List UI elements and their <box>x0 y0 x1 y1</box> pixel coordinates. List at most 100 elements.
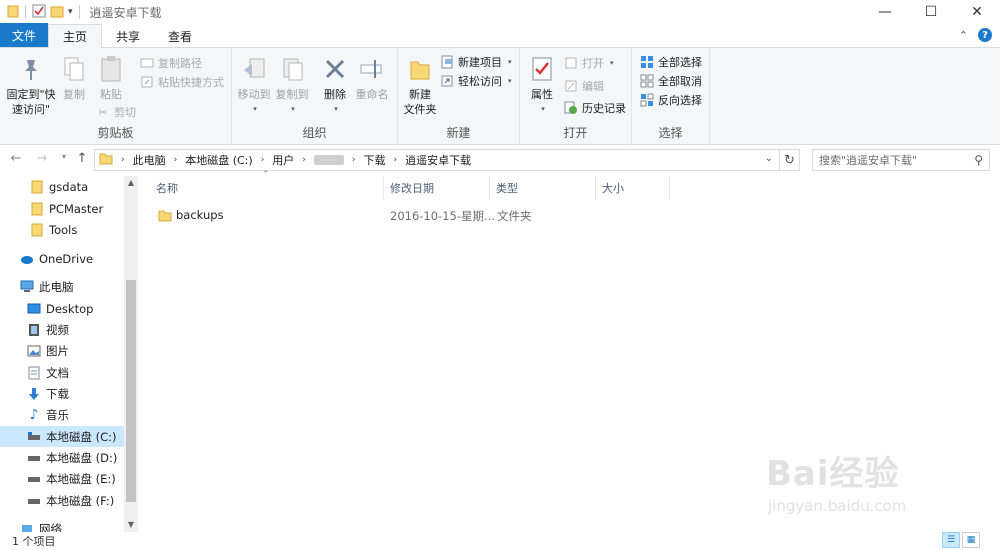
scrollbar-thumb[interactable] <box>126 280 136 502</box>
nav-item-drive-d[interactable]: 本地磁盘 (D:) <box>0 447 124 468</box>
details-view-icon[interactable]: ☰ <box>942 532 960 548</box>
column-header-type[interactable]: 类型 <box>490 176 596 200</box>
open-group-label: 打开 <box>563 126 588 140</box>
open-group: 属性 ▾ 打开 ▾ 编辑 历史记录 打开 <box>520 48 632 145</box>
open-icon <box>564 56 578 70</box>
nav-item-tools[interactable]: Tools <box>0 219 124 240</box>
breadcrumb[interactable]: 下载 <box>364 152 386 168</box>
column-header-size[interactable]: 大小 <box>596 176 670 200</box>
nav-item-desktop[interactable]: Desktop <box>0 298 124 319</box>
customize-dropdown-icon[interactable]: ▾ <box>68 7 73 17</box>
copy-button[interactable]: 复制 <box>58 54 90 102</box>
column-header-modified[interactable]: 修改日期 <box>384 176 490 200</box>
nav-item-label: PCMaster <box>49 201 104 216</box>
breadcrumb-redacted[interactable] <box>313 155 344 165</box>
scroll-up-icon[interactable]: ▲ <box>124 176 138 190</box>
delete-label: 删除 <box>324 88 346 101</box>
help-icon[interactable]: ? <box>978 28 992 42</box>
properties-check-icon[interactable] <box>32 4 46 21</box>
open-button[interactable]: 打开 ▾ <box>564 54 614 72</box>
select-none-label: 全部取消 <box>658 75 702 88</box>
new-item-button[interactable]: 新建项目 ▾ <box>440 53 512 71</box>
new-folder-icon[interactable] <box>50 4 64 21</box>
nav-item-videos[interactable]: 视频 <box>0 319 124 340</box>
title-bar: ▾ 逍遥安卓下载 — ☐ ✕ <box>0 0 1000 24</box>
nav-item-downloads[interactable]: 下载 <box>0 383 124 404</box>
history-button[interactable]: 历史记录 <box>564 99 626 117</box>
breadcrumb[interactable]: 此电脑 <box>133 152 166 168</box>
select-none-button[interactable]: 全部取消 <box>640 72 702 90</box>
nav-item-label: 此电脑 <box>39 279 74 294</box>
copy-path-button[interactable]: 复制路径 <box>140 54 202 72</box>
select-group: 全部选择 全部取消 反向选择 选择 <box>632 48 710 145</box>
pin-quick-access-button[interactable]: 固定到"快 速访问" <box>4 54 58 117</box>
tab-file[interactable]: 文件 <box>0 23 49 47</box>
paste-icon <box>97 54 125 84</box>
scroll-down-icon[interactable]: ▼ <box>124 518 138 532</box>
new-folder-button[interactable]: 新建 文件夹 <box>402 54 438 117</box>
file-type: 文件夹 <box>497 209 532 223</box>
address-bar[interactable]: › 此电脑 › 本地磁盘 (C:) › 用户 › › 下载 › 逍遥安卓下载 ⌄ <box>94 149 780 171</box>
minimize-button[interactable]: — <box>862 0 908 24</box>
navigation-bar: ← → ▾ ↑ › 此电脑 › 本地磁盘 (C:) › 用户 › › 下载 › … <box>0 146 1000 174</box>
back-arrow-icon[interactable]: ← <box>8 151 24 166</box>
forward-arrow-icon[interactable]: → <box>34 151 50 166</box>
nav-item-music[interactable]: ♪ 音乐 <box>0 404 124 425</box>
copy-to-button[interactable]: 复制到 ▾ <box>274 54 310 117</box>
watermark-brand: Bai经验 <box>766 454 900 494</box>
desktop-icon <box>27 302 41 316</box>
nav-item-drive-e[interactable]: 本地磁盘 (E:) <box>0 468 124 489</box>
nav-item-gsdata[interactable]: gsdata <box>0 176 124 197</box>
search-input[interactable]: 搜索"逍遥安卓下载" ⚲ <box>812 149 990 171</box>
up-arrow-icon[interactable]: ↑ <box>74 151 90 166</box>
nav-item-label: 文档 <box>46 365 69 380</box>
nav-item-network[interactable]: 网络 <box>0 518 124 532</box>
refresh-icon[interactable]: ↻ <box>780 149 800 171</box>
tab-home[interactable]: 主页 <box>48 24 103 48</box>
nav-item-label: 下载 <box>46 386 69 401</box>
recent-locations-icon[interactable]: ▾ <box>56 152 72 161</box>
rename-icon <box>358 54 386 84</box>
chevron-down-icon[interactable]: ⌄ <box>765 153 773 164</box>
delete-button[interactable]: 删除 ▾ <box>320 54 350 117</box>
watermark: Bai经验 jingyan.baidu.com <box>766 446 906 515</box>
nav-item-label: 图片 <box>46 343 69 358</box>
music-icon: ♪ <box>29 406 39 423</box>
collapse-ribbon-icon[interactable]: ⌃ <box>959 29 968 42</box>
breadcrumb[interactable]: 用户 <box>272 152 294 168</box>
properties-button[interactable]: 属性 ▾ <box>526 54 558 117</box>
tab-view[interactable]: 查看 <box>154 25 206 47</box>
select-group-label: 选择 <box>658 126 683 140</box>
nav-item-drive-c[interactable]: 本地磁盘 (C:) <box>0 426 124 447</box>
rename-button[interactable]: 重命名 <box>354 54 390 102</box>
paste-shortcut-button[interactable]: 粘贴快捷方式 <box>140 73 224 91</box>
chevron-right-icon: › <box>121 155 125 165</box>
nav-item-pcmaster[interactable]: PCMaster <box>0 198 124 219</box>
tab-share[interactable]: 共享 <box>102 25 154 47</box>
folder-icon <box>158 208 172 225</box>
close-button[interactable]: ✕ <box>954 0 1000 24</box>
nav-item-documents[interactable]: 文档 <box>0 362 124 383</box>
select-all-button[interactable]: 全部选择 <box>640 53 702 71</box>
nav-item-label: 视频 <box>46 322 69 337</box>
paste-button[interactable]: 粘贴 <box>94 54 128 102</box>
cut-button[interactable]: ✂ 剪切 <box>96 103 136 121</box>
new-item-icon <box>440 55 454 69</box>
easy-access-button[interactable]: 轻松访问 ▾ <box>440 72 512 90</box>
breadcrumb[interactable]: 逍遥安卓下载 <box>405 152 471 168</box>
nav-item-drive-f[interactable]: 本地磁盘 (F:) <box>0 490 124 511</box>
breadcrumb[interactable]: 本地磁盘 (C:) <box>185 152 252 168</box>
new-folder-label: 新建 文件夹 <box>403 88 437 116</box>
large-icons-view-icon[interactable]: ▦ <box>962 532 980 548</box>
invert-selection-button[interactable]: 反向选择 <box>640 91 702 109</box>
move-to-button[interactable]: 移动到 ▾ <box>236 54 272 117</box>
easy-access-label: 轻松访问 <box>458 75 502 88</box>
nav-item-this-pc[interactable]: 此电脑 <box>0 276 124 297</box>
edit-button[interactable]: 编辑 <box>564 77 604 95</box>
nav-item-onedrive[interactable]: OneDrive <box>0 248 124 269</box>
column-header-name[interactable]: 名称 <box>150 176 384 200</box>
maximize-button[interactable]: ☐ <box>908 0 954 24</box>
nav-item-pictures[interactable]: 图片 <box>0 340 124 361</box>
nav-scrollbar[interactable]: ▲ ▼ <box>124 176 138 532</box>
clipboard-group-label: 剪贴板 <box>97 126 134 140</box>
